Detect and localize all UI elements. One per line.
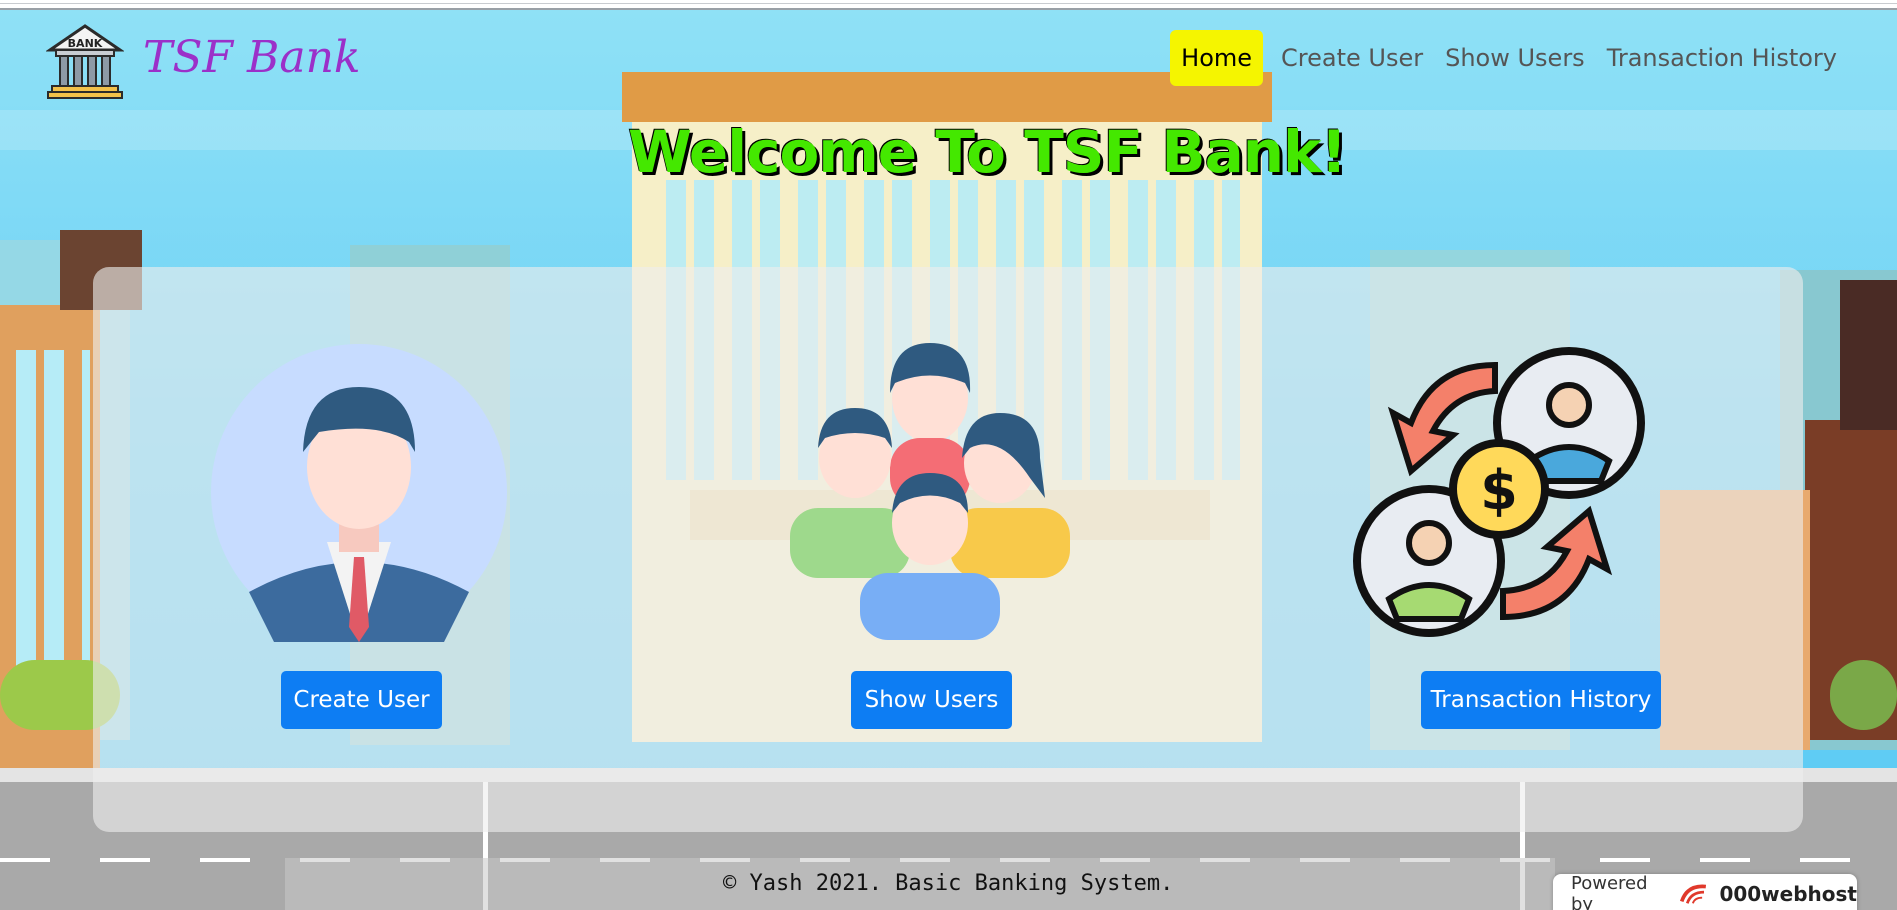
logo-text: BANK (68, 37, 103, 50)
user-group-icon (790, 343, 1070, 640)
webhost-logo-icon (1679, 884, 1706, 904)
page-title: Welcome To TSF Bank! (628, 118, 1347, 186)
bank-logo-icon[interactable]: BANK (46, 24, 124, 100)
top-navigation: Home Create User Show Users Transaction … (1170, 30, 1841, 86)
show-users-button[interactable]: Show Users (851, 671, 1012, 729)
nav-show-users[interactable]: Show Users (1441, 34, 1589, 82)
create-user-button[interactable]: Create User (281, 671, 442, 729)
money-transfer-icon: $ (1353, 347, 1645, 637)
powered-by-label: Powered by (1571, 873, 1648, 910)
brand-name[interactable]: TSF Bank (143, 32, 361, 83)
browser-top-edge (0, 0, 1897, 10)
footer-copyright: © Yash 2021. Basic Banking System. (723, 871, 1174, 896)
nav-transaction-history[interactable]: Transaction History (1603, 34, 1841, 82)
nav-home[interactable]: Home (1170, 30, 1264, 86)
nav-create-user[interactable]: Create User (1277, 34, 1427, 82)
webhost-name: 000webhost (1719, 882, 1857, 906)
transaction-history-button[interactable]: Transaction History (1421, 671, 1661, 729)
powered-by-badge[interactable]: Powered by 000webhost (1553, 873, 1857, 910)
svg-text:$: $ (1480, 459, 1518, 522)
businessman-avatar-icon (211, 344, 507, 642)
